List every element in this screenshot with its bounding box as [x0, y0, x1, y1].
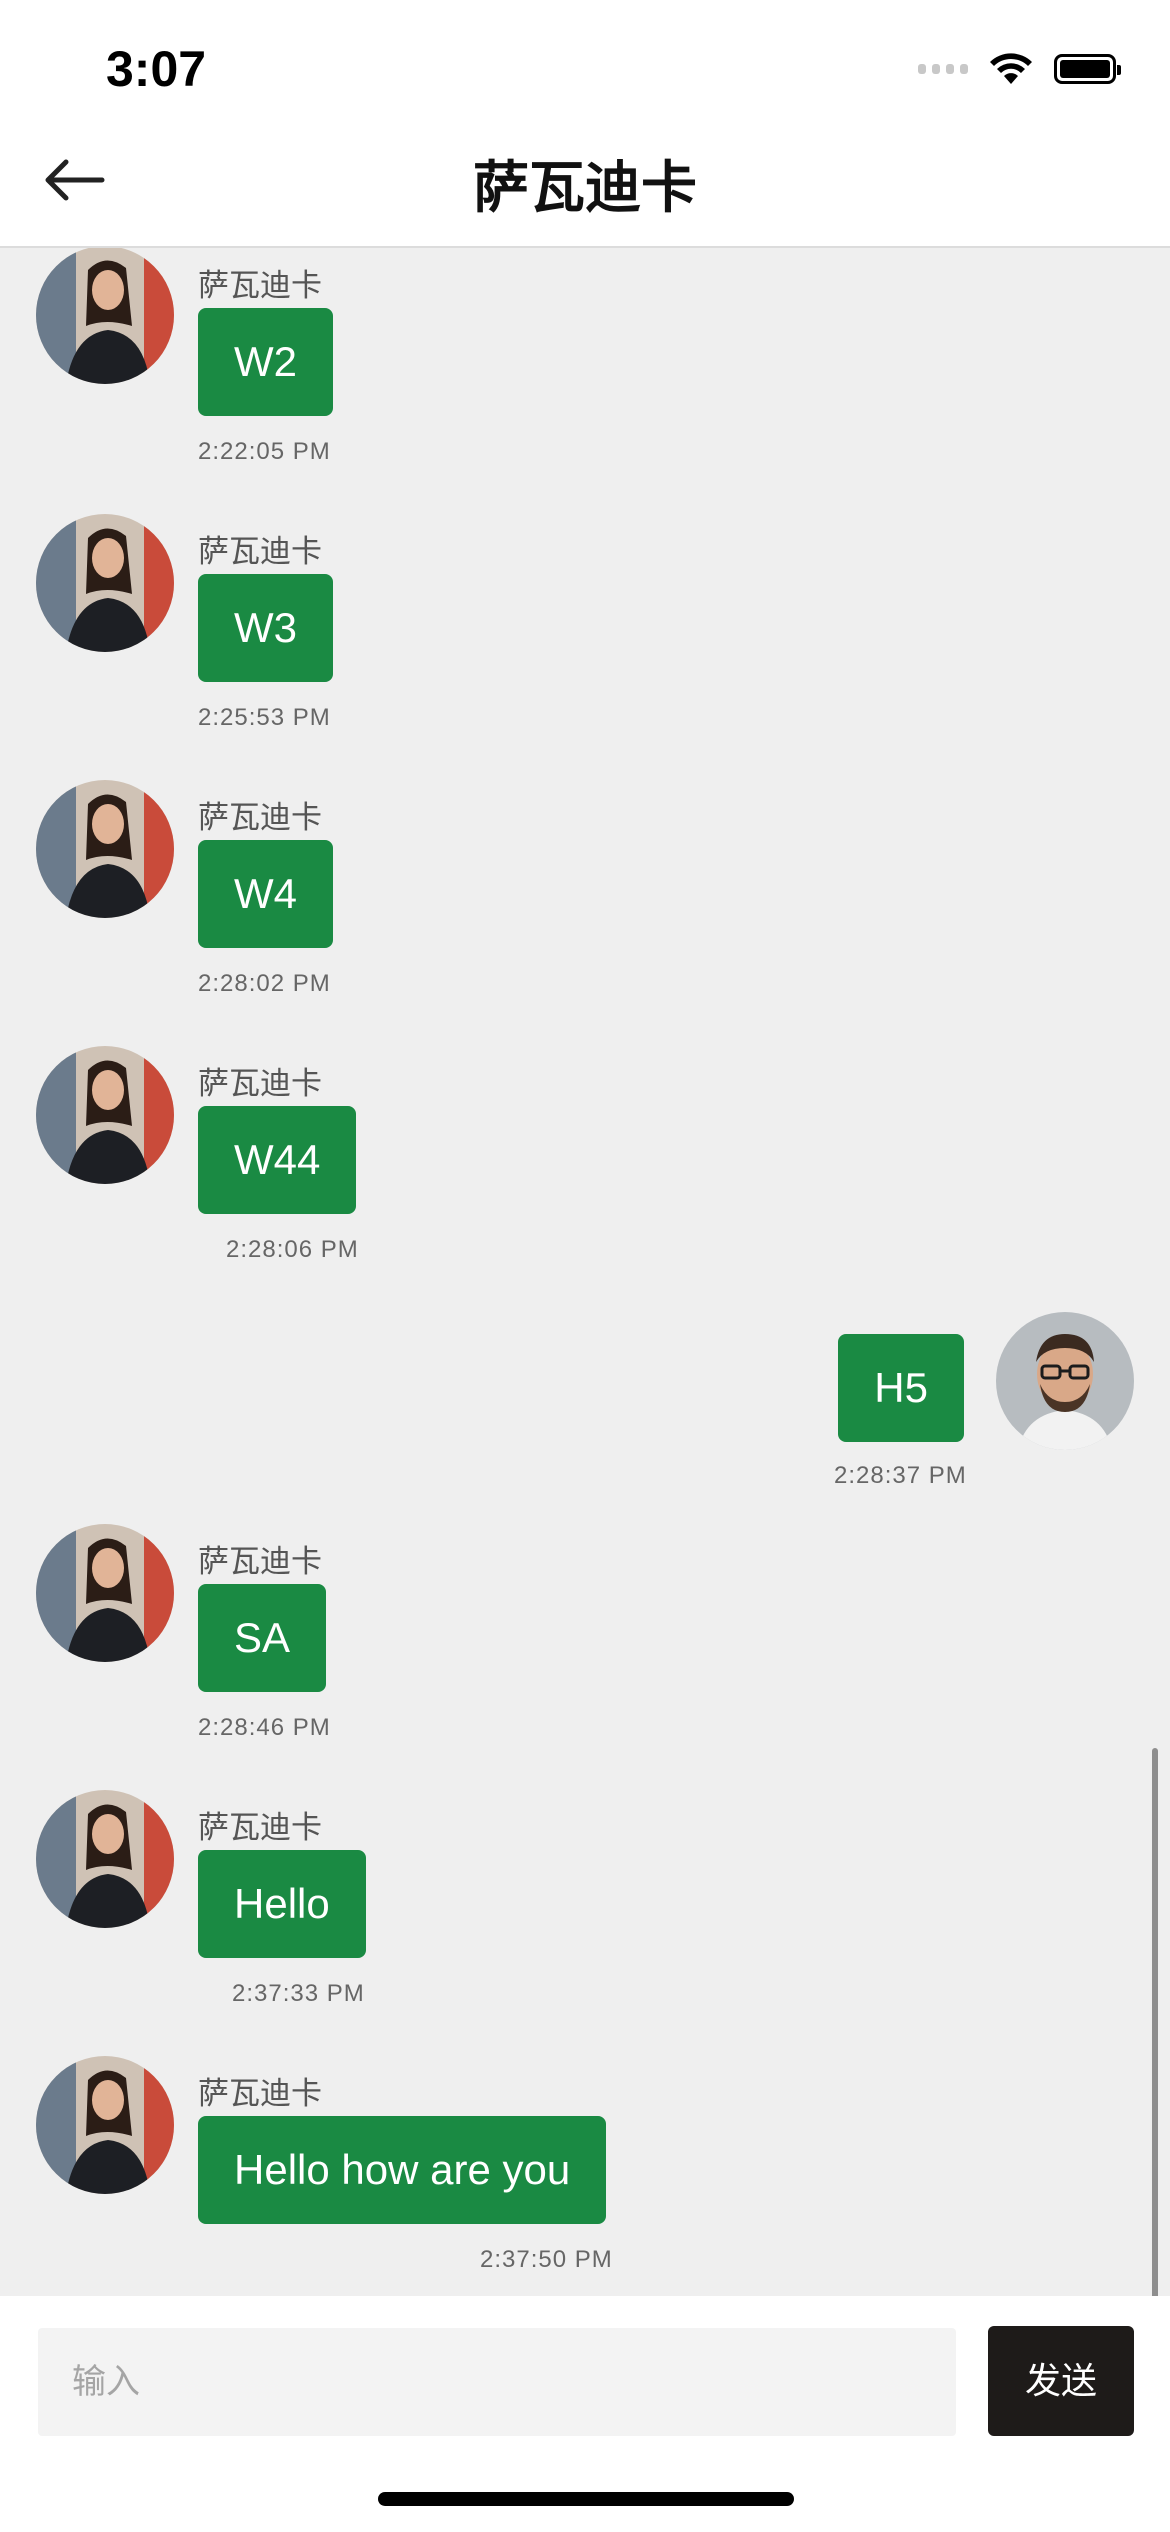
- page-title: 萨瓦迪卡: [473, 156, 697, 219]
- message-bubble[interactable]: SA: [198, 1584, 327, 1692]
- contact-avatar[interactable]: [36, 248, 174, 384]
- message-list[interactable]: 萨瓦迪卡 W2 2:22:05 PM 萨瓦迪卡 W3 2:25:53 PM 萨瓦…: [0, 248, 1170, 2296]
- message-bubble[interactable]: W4: [198, 840, 333, 948]
- scrollbar[interactable]: [1152, 1748, 1158, 2296]
- user-avatar[interactable]: [996, 1312, 1134, 1450]
- message-time: 2:25:53 PM: [198, 704, 331, 731]
- status-time: 3:07: [106, 41, 207, 97]
- message-time: 2:22:05 PM: [198, 438, 331, 465]
- message-time: 2:37:33 PM: [232, 1980, 365, 2007]
- message-bubble[interactable]: W3: [198, 574, 333, 682]
- contact-avatar[interactable]: [36, 1790, 174, 1928]
- sender-name: 萨瓦迪卡: [198, 2076, 322, 2111]
- sender-name: 萨瓦迪卡: [198, 1066, 322, 1101]
- sender-name: 萨瓦迪卡: [198, 1544, 322, 1579]
- sender-name: 萨瓦迪卡: [198, 800, 322, 835]
- cellular-signal-icon: [918, 64, 968, 74]
- contact-avatar[interactable]: [36, 514, 174, 652]
- message-bubble[interactable]: Hello: [198, 1850, 366, 1958]
- top-bar: 3:07 萨瓦迪卡: [0, 0, 1170, 248]
- message-bubble[interactable]: W44: [198, 1106, 357, 1214]
- sender-name: 萨瓦迪卡: [198, 268, 322, 303]
- message-input[interactable]: [38, 2328, 956, 2436]
- sender-name: 萨瓦迪卡: [198, 534, 322, 569]
- battery-icon: [1054, 54, 1121, 84]
- message-time: 2:28:46 PM: [198, 1714, 331, 1741]
- send-button[interactable]: 发送: [988, 2326, 1134, 2436]
- sender-name: 萨瓦迪卡: [198, 1810, 322, 1845]
- home-indicator: [378, 2492, 794, 2506]
- message-bubble[interactable]: Hello how are you: [198, 2116, 607, 2224]
- message-bubble[interactable]: W2: [198, 308, 333, 416]
- message-time: 2:37:50 PM: [480, 2246, 613, 2273]
- status-icons: [918, 52, 1121, 86]
- contact-avatar[interactable]: [36, 2056, 174, 2194]
- message-bubble[interactable]: H5: [838, 1334, 964, 1442]
- message-time: 2:28:02 PM: [198, 970, 331, 997]
- contact-avatar[interactable]: [36, 1046, 174, 1184]
- contact-avatar[interactable]: [36, 1524, 174, 1662]
- message-time: 2:28:06 PM: [226, 1236, 359, 1263]
- message-time: 2:28:37 PM: [834, 1462, 967, 1489]
- wifi-icon: [990, 53, 1032, 84]
- contact-avatar[interactable]: [36, 780, 174, 918]
